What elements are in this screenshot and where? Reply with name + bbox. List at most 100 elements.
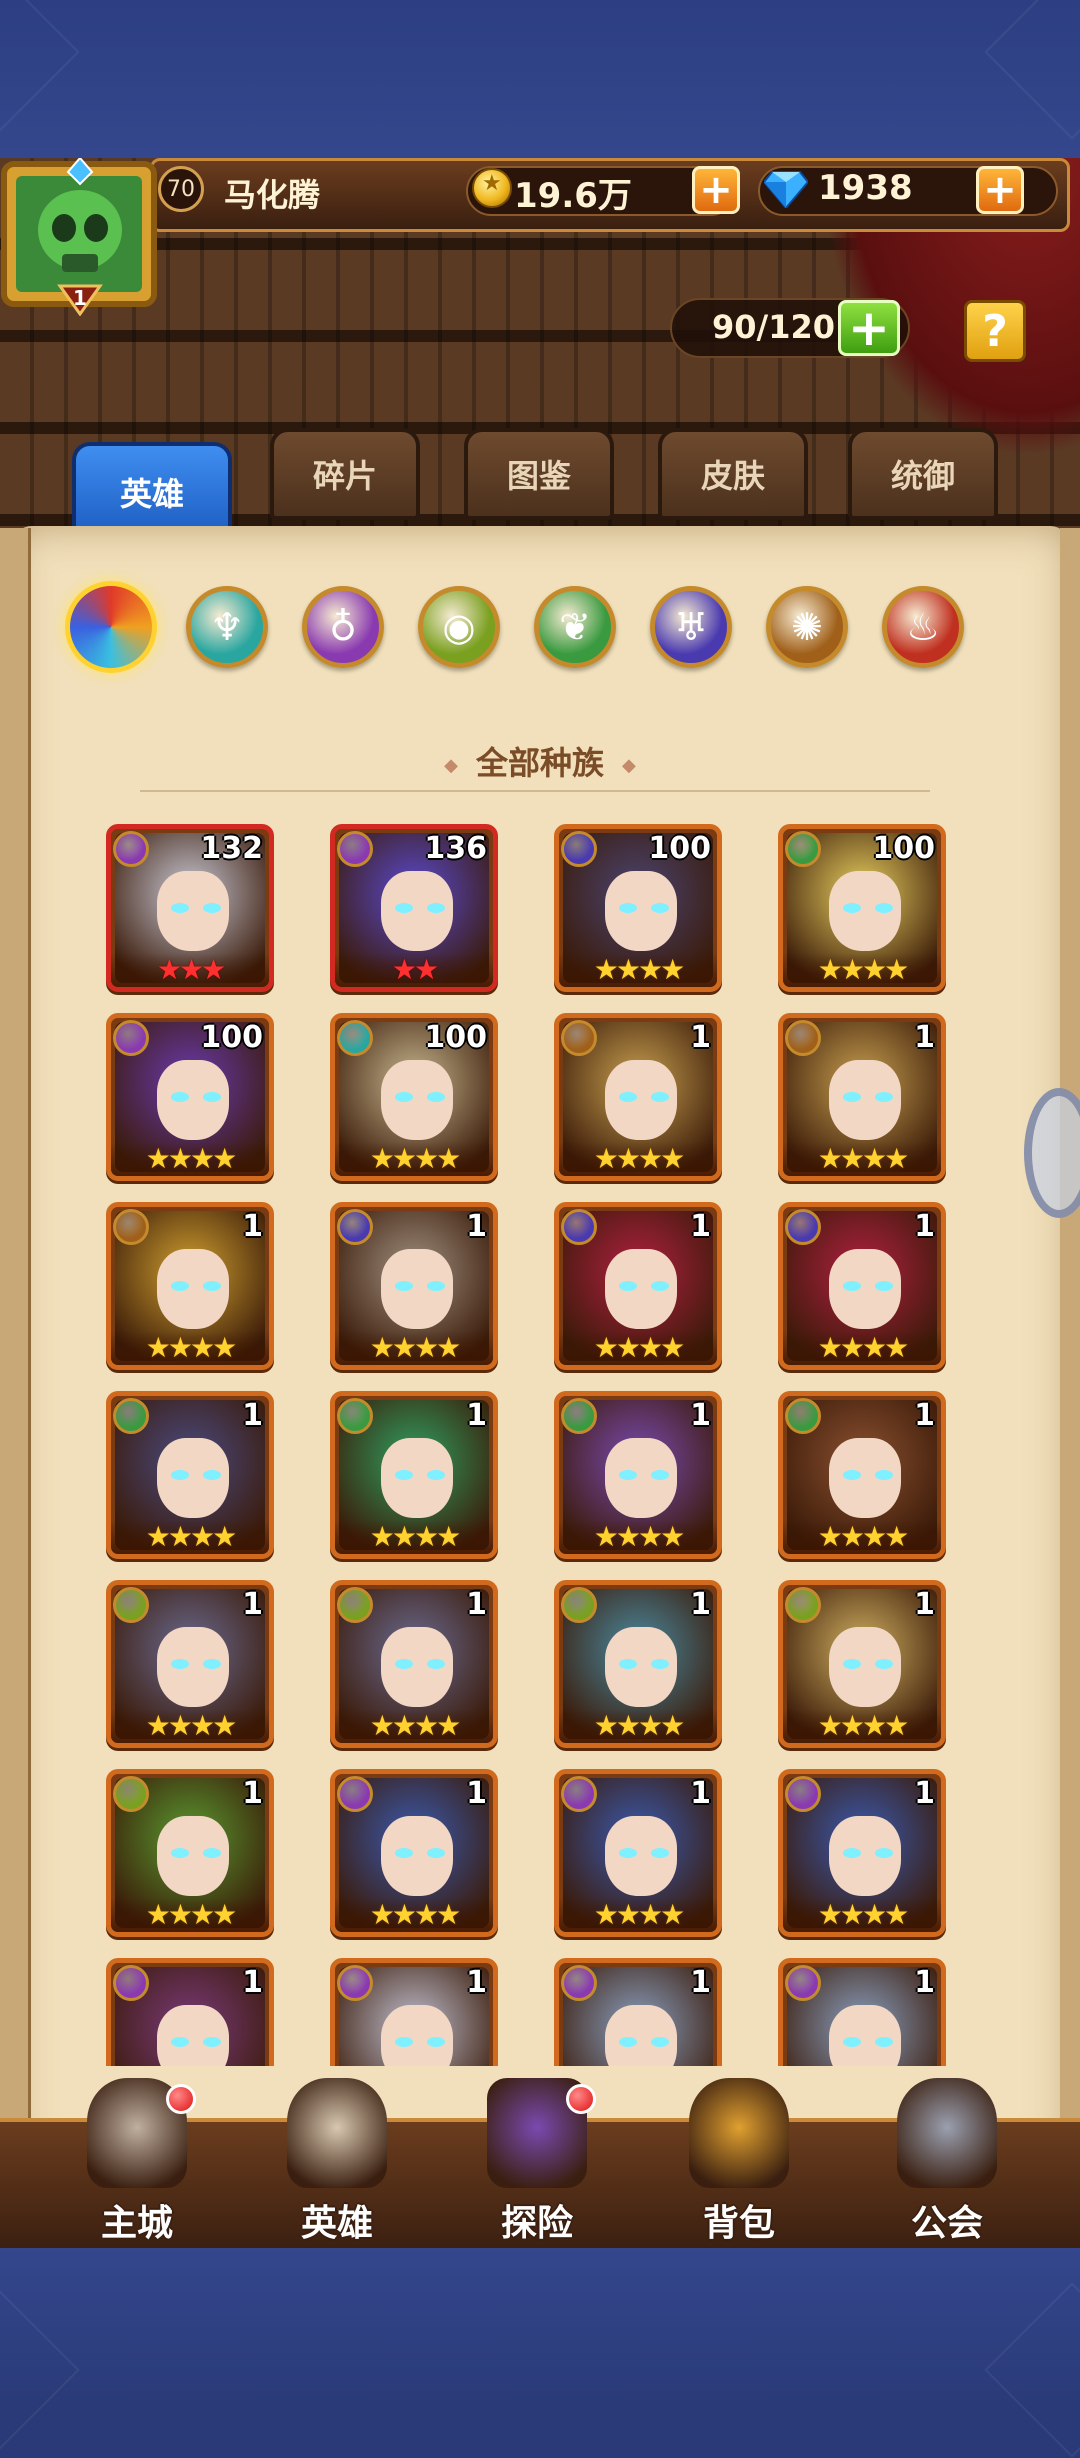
tab-fragments[interactable]: 碎片 <box>270 428 420 520</box>
tab-codex[interactable]: 图鉴 <box>464 428 614 520</box>
hero-eye <box>651 1470 669 1480</box>
race-filter-race-5[interactable]: ♅ <box>650 586 732 668</box>
hero-card[interactable]: 1★★★★ <box>106 1958 274 2066</box>
hero-stars: ★★★★ <box>783 1331 941 1365</box>
hero-eye <box>427 1848 445 1858</box>
hero-card[interactable]: 1★★★★ <box>106 1580 274 1748</box>
add-gems-button[interactable]: + <box>976 166 1024 214</box>
hero-level: 1 <box>914 1398 935 1433</box>
hero-level: 1 <box>466 1398 487 1433</box>
hero-card[interactable]: 1★★★★ <box>330 1202 498 1370</box>
hero-card[interactable]: 100 ★★★★ <box>330 1013 498 1181</box>
hero-stars: ★★★★ <box>559 1898 717 1932</box>
hero-card[interactable]: 1★★★★ <box>778 1013 946 1181</box>
hero-card[interactable]: 1★★★★ <box>778 1580 946 1748</box>
hero-card[interactable]: 1★★★★ <box>554 1769 722 1937</box>
decor-diamond <box>0 0 80 140</box>
hero-eye <box>427 1092 445 1102</box>
race-filter-race-1[interactable]: ♆ <box>186 586 268 668</box>
hero-eye <box>427 1281 445 1291</box>
nav-guild-tower[interactable]: 公会 <box>872 2078 1022 2248</box>
hero-stars: ★★★★ <box>111 1331 269 1365</box>
hero-card[interactable]: 100 ★★★★ <box>778 824 946 992</box>
hero-card[interactable]: 132 ★★★ <box>106 824 274 992</box>
hero-card[interactable]: 1★★★★ <box>554 1580 722 1748</box>
race-filter-race-6[interactable]: ✺ <box>766 586 848 668</box>
nav-hero-portrait[interactable]: 英雄 <box>262 2078 412 2248</box>
hero-level: 1 <box>466 1776 487 1811</box>
hero-eye <box>203 2037 221 2047</box>
hero-race-icon <box>113 1209 149 1245</box>
hero-card[interactable]: 1★★★★ <box>778 1769 946 1937</box>
hero-level: 1 <box>914 1020 935 1055</box>
hero-eye <box>875 1281 893 1291</box>
hero-eye <box>619 1470 637 1480</box>
hero-stars: ★★★★ <box>111 1520 269 1554</box>
hero-card[interactable]: 1★★★★ <box>330 1580 498 1748</box>
hero-card[interactable]: 1 ★★★★ <box>778 1391 946 1559</box>
hero-card[interactable]: 1★★★★ <box>554 1958 722 2066</box>
race-filter-all-races[interactable] <box>65 581 157 673</box>
hero-stars: ★★★★ <box>335 1898 493 1932</box>
hero-card[interactable]: 1 ★★★★ <box>330 1769 498 1937</box>
hero-card[interactable]: 1★★★★ <box>106 1391 274 1559</box>
hero-stars: ★★★★ <box>335 1142 493 1176</box>
hero-card[interactable]: 136 ★★ <box>330 824 498 992</box>
nav-castle[interactable]: 主城 <box>62 2078 212 2248</box>
hero-card[interactable]: 1★★★★ <box>330 1958 498 2066</box>
hero-card[interactable]: 100 ★★★★ <box>554 824 722 992</box>
hero-eye <box>171 1092 189 1102</box>
race-filter-race-3[interactable]: ◉ <box>418 586 500 668</box>
hero-stars: ★★★★ <box>335 1709 493 1743</box>
hero-level: 1 <box>690 1398 711 1433</box>
hero-eye <box>203 1092 221 1102</box>
notification-dot <box>166 2084 196 2114</box>
hero-eye <box>875 1659 893 1669</box>
race-filter-race-2[interactable]: ♁ <box>302 586 384 668</box>
hero-level: 1 <box>690 1965 711 2000</box>
hero-race-icon <box>561 1587 597 1623</box>
hero-card[interactable]: 1 ★★★★ <box>330 1391 498 1559</box>
hero-stars: ★★★★ <box>111 1898 269 1932</box>
hero-eye <box>651 1281 669 1291</box>
help-button[interactable]: ? <box>964 300 1026 362</box>
hero-eye <box>395 903 413 913</box>
hero-stars: ★★★★ <box>783 1709 941 1743</box>
hero-card[interactable]: 1★★★★ <box>554 1013 722 1181</box>
hero-stars: ★★★★ <box>335 1520 493 1554</box>
hero-grid: 132 ★★★ 136 ★★ 100 ★★★★ 100 ★★★★ 100 ★★★★ 100 ★★★★ 1… <box>106 824 966 2066</box>
hero-stars: ★★★★ <box>783 1520 941 1554</box>
expand-capacity-button[interactable]: + <box>838 300 900 356</box>
hero-eye <box>651 1848 669 1858</box>
hero-stars: ★★★★ <box>335 1331 493 1365</box>
hero-stars: ★★ <box>335 953 493 987</box>
nav-backpack[interactable]: 背包 <box>664 2078 814 2248</box>
decor-diamond <box>0 2282 80 2458</box>
hero-race-icon <box>337 1587 373 1623</box>
hero-stars: ★★★★ <box>559 1331 717 1365</box>
race-filter-race-7[interactable]: ♨ <box>882 586 964 668</box>
hero-race-icon <box>337 831 373 867</box>
hero-card[interactable]: 1★★★★ <box>778 1202 946 1370</box>
hero-card[interactable]: 1★★★★ <box>106 1202 274 1370</box>
hero-card[interactable]: 1★★★★ <box>554 1391 722 1559</box>
hero-race-icon <box>561 1398 597 1434</box>
hero-card[interactable]: 1★★★★ <box>778 1958 946 2066</box>
hero-stars: ★★★★ <box>559 1709 717 1743</box>
hero-card[interactable]: 1★★★★ <box>106 1769 274 1937</box>
race-filter-race-4[interactable]: ❦ <box>534 586 616 668</box>
decor-diamond <box>984 0 1080 140</box>
hero-race-icon <box>113 1587 149 1623</box>
book-binding-left <box>0 528 31 2248</box>
add-gold-button[interactable]: + <box>692 166 740 214</box>
hero-card[interactable]: 1★★★★ <box>554 1202 722 1370</box>
tab-skins[interactable]: 皮肤 <box>658 428 808 520</box>
hero-race-icon <box>561 1020 597 1056</box>
hero-eye <box>843 1092 861 1102</box>
nav-portal[interactable]: 探险 <box>462 2078 612 2248</box>
tab-command[interactable]: 统御 <box>848 428 998 520</box>
hero-eye <box>171 2037 189 2047</box>
hero-eye <box>619 1281 637 1291</box>
hero-card[interactable]: 100 ★★★★ <box>106 1013 274 1181</box>
hero-level: 1 <box>914 1965 935 2000</box>
